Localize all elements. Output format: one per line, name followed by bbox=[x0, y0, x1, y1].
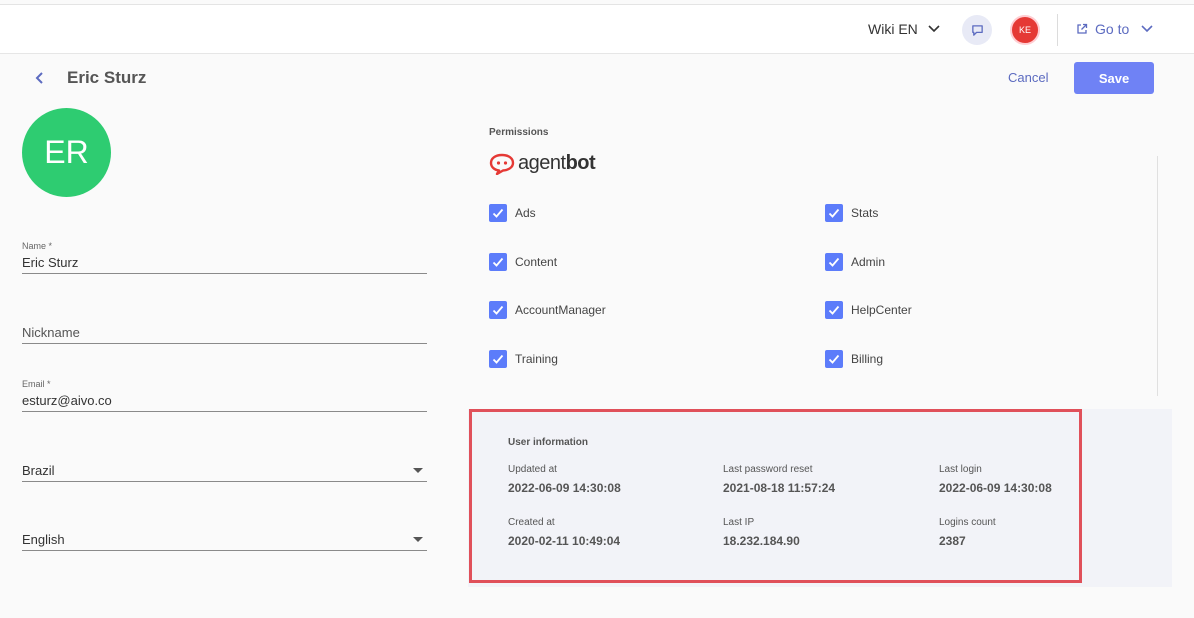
chevron-down-icon[interactable] bbox=[1140, 22, 1154, 36]
checkbox-checked[interactable] bbox=[825, 253, 843, 271]
user-avatar[interactable]: KE bbox=[1010, 15, 1040, 45]
check-icon bbox=[492, 354, 504, 364]
permission-helpcenter[interactable]: HelpCenter bbox=[825, 301, 912, 319]
check-icon bbox=[828, 305, 840, 315]
page-title: Eric Sturz bbox=[67, 68, 147, 87]
nickname-placeholder: Nickname bbox=[22, 325, 80, 340]
logins-count-value: 2387 bbox=[939, 534, 966, 548]
permission-label: Content bbox=[515, 255, 558, 269]
created-at-value: 2020-02-11 10:49:04 bbox=[508, 534, 621, 548]
checkbox-checked[interactable] bbox=[489, 301, 507, 319]
cancel-button[interactable]: Cancel bbox=[1008, 70, 1048, 85]
name-value: Eric Sturz bbox=[22, 255, 79, 270]
chat-icon bbox=[971, 24, 983, 36]
check-icon bbox=[492, 305, 504, 315]
checkbox-checked[interactable] bbox=[825, 350, 843, 368]
permissions-title: Permissions bbox=[489, 127, 549, 138]
created-at-label: Created at bbox=[508, 517, 555, 528]
checkbox-checked[interactable] bbox=[489, 204, 507, 222]
permission-label: Admin bbox=[851, 255, 886, 269]
permission-billing[interactable]: Billing bbox=[825, 350, 883, 368]
agentbot-logo-icon bbox=[489, 153, 515, 175]
last-login-value: 2022-06-09 14:30:08 bbox=[939, 481, 1052, 495]
goto-label: Go to bbox=[1095, 21, 1130, 37]
chat-button[interactable] bbox=[962, 15, 992, 45]
permission-admin[interactable]: Admin bbox=[825, 253, 885, 271]
check-icon bbox=[492, 257, 504, 267]
dropdown-arrow-icon bbox=[413, 468, 423, 473]
permission-label: Billing bbox=[851, 352, 884, 366]
agentbot-logo: agentbot bbox=[489, 152, 596, 175]
nickname-field[interactable]: Nickname bbox=[22, 325, 427, 344]
logins-count-label: Logins count bbox=[939, 517, 996, 528]
agentbot-logo-text: agentbot bbox=[518, 152, 596, 175]
checkbox-checked[interactable] bbox=[489, 253, 507, 271]
permission-label: Ads bbox=[515, 206, 536, 220]
permissions-scrollbar-track bbox=[1157, 156, 1158, 396]
last-password-reset-label: Last password reset bbox=[723, 464, 813, 475]
back-arrow-icon[interactable] bbox=[33, 70, 47, 86]
language-value: English bbox=[22, 532, 65, 547]
permission-training[interactable]: Training bbox=[489, 350, 558, 368]
checkbox-checked[interactable] bbox=[825, 204, 843, 222]
last-password-reset-value: 2021-08-18 11:57:24 bbox=[723, 481, 836, 495]
permission-label: Training bbox=[515, 352, 558, 366]
check-icon bbox=[828, 354, 840, 364]
permission-label: AccountManager bbox=[515, 303, 606, 317]
updated-at-label: Updated at bbox=[508, 464, 557, 475]
header-divider bbox=[1057, 14, 1058, 46]
check-icon bbox=[828, 257, 840, 267]
permission-accountmanager[interactable]: AccountManager bbox=[489, 301, 606, 319]
logo-text-bold: bot bbox=[565, 152, 596, 174]
checkbox-checked[interactable] bbox=[825, 301, 843, 319]
last-login-label: Last login bbox=[939, 464, 982, 475]
permission-content[interactable]: Content bbox=[489, 253, 557, 271]
check-icon bbox=[828, 208, 840, 218]
email-field[interactable]: esturz@aivo.co bbox=[22, 393, 427, 412]
checkbox-checked[interactable] bbox=[489, 350, 507, 368]
save-button[interactable]: Save bbox=[1074, 62, 1154, 94]
permission-stats[interactable]: Stats bbox=[825, 204, 878, 222]
email-value: esturz@aivo.co bbox=[22, 393, 112, 408]
check-icon bbox=[492, 208, 504, 218]
country-select[interactable]: Brazil bbox=[22, 463, 427, 482]
user-info-title: User information bbox=[508, 437, 589, 448]
permission-ads[interactable]: Ads bbox=[489, 204, 536, 222]
country-value: Brazil bbox=[22, 463, 55, 478]
name-field[interactable]: Eric Sturz bbox=[22, 255, 427, 274]
last-ip-label: Last IP bbox=[723, 517, 755, 528]
profile-avatar: ER bbox=[22, 108, 111, 197]
chevron-down-icon[interactable] bbox=[927, 22, 941, 36]
dropdown-arrow-icon bbox=[413, 537, 423, 542]
permission-label: HelpCenter bbox=[851, 303, 912, 317]
logo-text-light: agent bbox=[518, 152, 566, 174]
external-link-icon bbox=[1077, 23, 1088, 34]
updated-at-value: 2022-06-09 14:30:08 bbox=[508, 481, 621, 495]
user-info-highlight bbox=[469, 409, 1082, 583]
top-bar: Wiki EN KE Go to bbox=[0, 4, 1194, 54]
permission-label: Stats bbox=[851, 206, 879, 220]
email-label: Email * bbox=[22, 379, 51, 389]
last-ip-value: 18.232.184.90 bbox=[723, 534, 800, 548]
name-label: Name * bbox=[22, 241, 53, 251]
language-select[interactable]: English bbox=[22, 532, 427, 551]
goto-menu[interactable]: Go to bbox=[1076, 21, 1129, 37]
language-selector[interactable]: Wiki EN bbox=[868, 21, 918, 37]
